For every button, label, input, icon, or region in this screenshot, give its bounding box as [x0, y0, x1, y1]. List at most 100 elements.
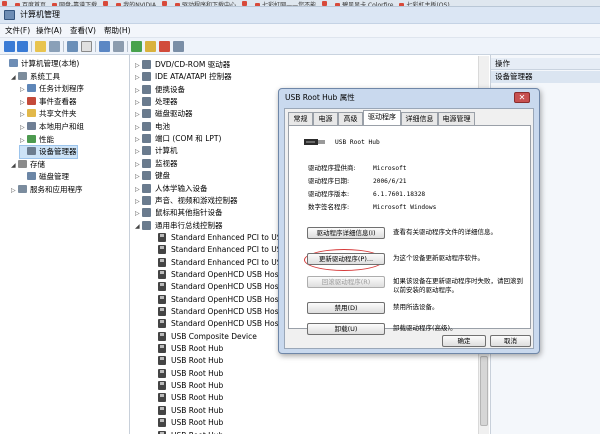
browser-tab[interactable] — [240, 0, 253, 6]
expand-arrow-icon[interactable]: ◢ — [11, 160, 18, 172]
device-tree-item[interactable]: ▷ 声音、视频和游戏控制器 — [135, 195, 238, 207]
device-tree-item[interactable]: ▷ 人体学输入设备 — [135, 183, 208, 195]
device-tree-item[interactable]: ▷ IDE ATA/ATAPI 控制器 — [135, 71, 232, 83]
expand-arrow-icon[interactable]: ▷ — [135, 184, 142, 196]
device-tree-item[interactable]: USB Root Hub — [151, 392, 223, 404]
tab-1[interactable]: 电源 — [313, 112, 338, 125]
driver-action-button[interactable]: 禁用(D) — [307, 302, 385, 314]
tab-5[interactable]: 电源管理 — [438, 112, 475, 125]
device-tree-item[interactable]: ▷ 鼠标和其他指针设备 — [135, 207, 223, 219]
tree-item[interactable]: ◢ 存储 — [11, 159, 45, 171]
device-tree-item[interactable]: ▷ 端口 (COM 和 LPT) — [135, 133, 221, 145]
help-icon[interactable] — [99, 41, 110, 52]
tree-item[interactable]: ◢ 系统工具 — [11, 71, 60, 83]
expand-arrow-icon[interactable]: ▷ — [20, 122, 27, 134]
device-tree-item[interactable]: ▷ 监视器 — [135, 158, 178, 170]
menu-action[interactable]: 操作(A) — [36, 26, 62, 36]
expand-arrow-icon[interactable]: ▷ — [20, 135, 27, 147]
tree-item[interactable]: 设备管理器 — [19, 145, 78, 160]
device-tree-item[interactable]: ▷ 计算机 — [135, 145, 178, 157]
properties-icon[interactable] — [67, 41, 78, 52]
expand-arrow-icon[interactable]: ▷ — [135, 134, 142, 146]
device-tree-item[interactable]: USB Root Hub — [151, 368, 223, 380]
expand-arrow-icon[interactable]: ▷ — [20, 97, 27, 109]
browser-tab[interactable] — [101, 0, 114, 6]
device-tree-item[interactable]: Standard OpenHCD USB Host — [151, 269, 281, 281]
tree-item[interactable]: ▷ 事件查看器 — [20, 96, 77, 108]
menu-help[interactable]: 帮助(H) — [104, 26, 131, 36]
device-tree-item[interactable]: Standard OpenHCD USB Host — [151, 294, 281, 306]
tree-item[interactable]: ▷ 本地用户和组 — [20, 121, 84, 133]
expand-arrow-icon[interactable]: ◢ — [135, 221, 142, 233]
device-tree-item[interactable]: Standard Enhanced PCI to USB — [151, 244, 287, 256]
driver-action-button[interactable]: 驱动程序详细信息(I) — [307, 227, 385, 239]
expand-arrow-icon[interactable]: ▷ — [135, 60, 142, 72]
expand-arrow-icon[interactable]: ▷ — [135, 85, 142, 97]
driver-action-button[interactable]: 更新驱动程序(P)... — [307, 253, 385, 265]
actions-device-manager[interactable]: 设备管理器 — [491, 71, 600, 83]
device-tree-item[interactable]: ▷ 磁盘驱动器 — [135, 108, 193, 120]
ok-button[interactable]: 确定 — [442, 335, 486, 347]
export-icon[interactable] — [81, 41, 92, 52]
cancel-button[interactable]: 取消 — [490, 335, 531, 347]
view-icon[interactable] — [113, 41, 124, 52]
close-icon[interactable]: ✕ — [514, 92, 530, 103]
tab-3[interactable]: 驱动程序 — [363, 110, 401, 125]
up-folder-icon[interactable] — [35, 41, 46, 52]
tab-4[interactable]: 详细信息 — [401, 112, 438, 125]
device-tree-item[interactable]: Standard Enhanced PCI to USB — [151, 257, 287, 269]
device-tree-item[interactable]: USB Root Hub — [151, 355, 223, 367]
browser-tab[interactable] — [0, 0, 13, 6]
scan-hardware-icon[interactable] — [173, 41, 184, 52]
driver-action-button[interactable]: 卸载(U) — [307, 323, 385, 335]
expand-arrow-icon[interactable]: ▷ — [11, 185, 18, 197]
expand-arrow-icon[interactable]: ◢ — [11, 72, 18, 84]
disable-device-icon[interactable] — [145, 41, 156, 52]
expand-arrow-icon[interactable]: ▷ — [20, 109, 27, 121]
device-tree-item[interactable]: USB Root Hub — [151, 430, 223, 434]
expand-arrow-icon[interactable]: ▷ — [135, 72, 142, 84]
device-tree-item[interactable]: USB Composite Device — [151, 331, 257, 343]
tab-2[interactable]: 高级 — [338, 112, 363, 125]
update-driver-icon[interactable] — [131, 41, 142, 52]
device-tree-item[interactable]: USB Root Hub — [151, 380, 223, 392]
expand-arrow-icon[interactable]: ▷ — [135, 109, 142, 121]
device-tree-item[interactable]: USB Root Hub — [151, 405, 223, 417]
uninstall-device-icon[interactable] — [159, 41, 170, 52]
device-tree-item[interactable]: USB Root Hub — [151, 343, 223, 355]
expand-arrow-icon[interactable]: ▷ — [135, 122, 142, 134]
expand-arrow-icon[interactable]: ▷ — [135, 208, 142, 220]
expand-arrow-icon[interactable]: ▷ — [20, 84, 27, 96]
device-tree-item[interactable]: USB Root Hub — [151, 417, 223, 429]
device-tree-item[interactable]: ▷ 便携设备 — [135, 84, 185, 96]
browser-tab[interactable] — [320, 0, 333, 6]
menu-file[interactable]: 文件(F) — [5, 26, 30, 36]
expand-arrow-icon[interactable]: ▷ — [135, 97, 142, 109]
device-tree-item[interactable]: Standard Enhanced PCI to USB — [151, 232, 287, 244]
back-icon[interactable] — [4, 41, 15, 52]
tab-0[interactable]: 常规 — [288, 112, 313, 125]
expand-arrow-icon[interactable]: ▷ — [135, 196, 142, 208]
device-tree-item[interactable]: ▷ 处理器 — [135, 96, 178, 108]
expand-arrow-icon[interactable]: ▷ — [135, 159, 142, 171]
device-tree-item[interactable]: ▷ 电池 — [135, 121, 170, 133]
device-tree-item[interactable]: ▷ 键盘 — [135, 170, 170, 182]
tree-item[interactable]: ▷ 共享文件夹 — [20, 108, 77, 120]
tree-item[interactable]: ▷ 性能 — [20, 134, 54, 146]
browser-tab[interactable] — [160, 0, 173, 6]
tree-item[interactable]: ▷ 服务和应用程序 — [11, 184, 83, 196]
menu-view[interactable]: 查看(V) — [70, 26, 96, 36]
tree-item[interactable]: 磁盘管理 — [20, 171, 69, 183]
expand-arrow-icon[interactable]: ▷ — [135, 171, 142, 183]
tree-item[interactable]: ▷ 任务计划程序 — [20, 83, 84, 95]
scrollbar-thumb[interactable] — [480, 356, 488, 426]
tree-item[interactable]: 计算机管理(本地) — [2, 58, 79, 70]
expand-arrow-icon[interactable]: ▷ — [135, 146, 142, 158]
show-hide-tree-icon[interactable] — [49, 41, 60, 52]
device-tree-item[interactable]: Standard OpenHCD USB Host — [151, 281, 281, 293]
device-tree-item[interactable]: ◢ 通用串行总线控制器 — [135, 220, 223, 232]
device-tree-item[interactable]: Standard OpenHCD USB Host — [151, 318, 281, 330]
device-tree-item[interactable]: ▷ DVD/CD-ROM 驱动器 — [135, 59, 230, 71]
forward-icon[interactable] — [17, 41, 28, 52]
device-tree-item[interactable]: Standard OpenHCD USB Host — [151, 306, 281, 318]
